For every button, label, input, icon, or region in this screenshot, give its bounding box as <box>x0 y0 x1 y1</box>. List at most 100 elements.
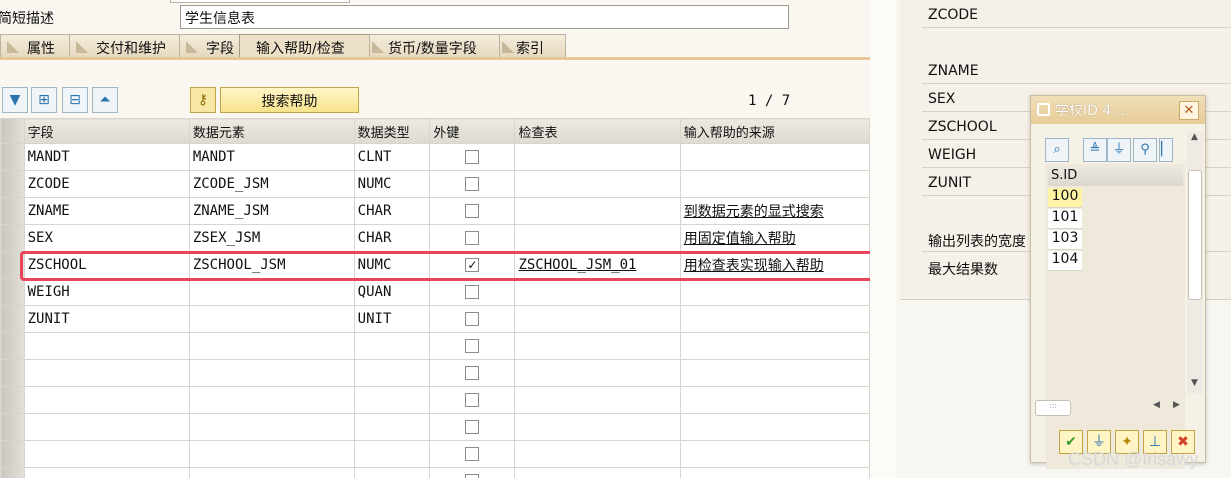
find-binoculars-icon[interactable]: ⚲ <box>1133 138 1157 162</box>
empty-cell <box>23 467 190 478</box>
search-help-popup[interactable]: 学校ID 4 ... ✕ ⌕ ≜ ⏚ ⚲ ▏ S.ID 100 101 103 … <box>1030 95 1206 469</box>
filter-down-icon[interactable]: ▼ <box>2 87 28 113</box>
foreign-key-checkbox[interactable] <box>465 285 480 299</box>
foreign-key-checkbox[interactable] <box>465 474 480 478</box>
foreign-key-checkbox[interactable] <box>465 420 480 434</box>
row-selector[interactable] <box>0 359 25 387</box>
input-help-source-cell <box>679 305 870 333</box>
table-row[interactable]: SEX ZSEX_JSM CHAR 用固定值输入帮助 <box>0 224 870 252</box>
insert-row-icon[interactable]: ⊞ <box>31 87 57 113</box>
watermark: CSDN @Irisawy <box>1068 449 1199 469</box>
foreign-key-checkbox[interactable] <box>465 312 480 326</box>
empty-cell <box>188 467 355 478</box>
tab-input-help[interactable]: 输入帮助/检查 <box>239 34 371 57</box>
check-table-cell <box>514 143 681 171</box>
sort-ascending-icon[interactable]: ≜ <box>1083 138 1107 162</box>
field-cell: ZUNIT <box>23 305 190 333</box>
input-help-source-cell-text[interactable]: 用固定值输入帮助 <box>684 231 796 247</box>
scroll-thumb[interactable] <box>1188 170 1202 300</box>
foreign-key-icon[interactable]: ⚷ <box>190 87 216 113</box>
list-item[interactable]: 104 <box>1048 251 1082 271</box>
row-selector[interactable] <box>0 143 25 171</box>
row-selector[interactable] <box>0 305 25 333</box>
empty-table-row[interactable] <box>0 467 870 478</box>
data-element-cell-text: ZNAME_JSM <box>192 203 269 219</box>
input-help-source-cell-text[interactable]: 到数据元素的显式搜索 <box>684 204 824 220</box>
tab-label: 字段 <box>206 41 234 57</box>
window-icon <box>1037 103 1050 116</box>
empty-table-row[interactable] <box>0 440 870 468</box>
foreign-key-checkbox[interactable] <box>465 393 480 407</box>
empty-table-row[interactable] <box>0 332 870 360</box>
select-all-cell[interactable] <box>0 118 25 144</box>
row-selector[interactable] <box>0 170 25 198</box>
scroll-down-icon[interactable]: ▼ <box>1191 378 1198 388</box>
row-selector[interactable] <box>0 224 25 252</box>
empty-table-row[interactable] <box>0 413 870 441</box>
short-description-input[interactable]: 学生信息表 <box>180 5 789 29</box>
list-item[interactable]: 103 <box>1048 230 1082 250</box>
search-icon[interactable]: ⌕ <box>1045 138 1069 162</box>
tab-label: 货币/数量字段 <box>388 41 477 57</box>
scroll-left-icon[interactable]: ◀ <box>1153 400 1160 410</box>
foreign-key-checkbox[interactable] <box>465 231 480 245</box>
list-item[interactable]: 101 <box>1048 209 1082 229</box>
row-selector[interactable] <box>0 386 25 414</box>
more-icon[interactable]: ▏ <box>1159 138 1173 162</box>
vertical-scrollbar[interactable]: ▲ ▼ <box>1187 132 1203 394</box>
tab-triangle-icon <box>76 41 88 53</box>
table-row[interactable]: ZNAME ZNAME_JSM CHAR 到数据元素的显式搜索 <box>0 197 870 225</box>
empty-cell <box>514 467 681 478</box>
tab-currency[interactable]: 货币/数量字段 <box>369 34 501 57</box>
foreign-key-checkbox[interactable] <box>465 204 480 218</box>
empty-cell <box>679 332 870 360</box>
input-help-source-cell <box>679 278 870 306</box>
row-selector[interactable] <box>0 278 25 306</box>
delete-row-icon[interactable]: ⊟ <box>62 87 88 113</box>
tab-fields[interactable]: 字段 <box>179 34 241 57</box>
row-selector[interactable] <box>0 467 25 478</box>
table-row[interactable]: ZCODE ZCODE_JSM NUMC <box>0 170 870 198</box>
check-table-cell <box>514 224 681 252</box>
empty-cell <box>353 467 431 478</box>
foreign-key-checkbox[interactable] <box>465 447 480 461</box>
close-icon[interactable]: ✕ <box>1179 101 1199 120</box>
scroll-right-icon[interactable]: ▶ <box>1173 400 1180 410</box>
foreign-key-checkbox[interactable] <box>465 366 480 380</box>
table-row[interactable]: ZUNIT UNIT <box>0 305 870 333</box>
table-row[interactable]: MANDT MANDT CLNT <box>0 143 870 171</box>
check-table-cell-text[interactable]: ZSCHOOL_JSM_01 <box>518 257 636 273</box>
empty-table-row[interactable] <box>0 359 870 387</box>
field-cell-text: ZUNIT <box>27 311 70 327</box>
tab-indexes[interactable]: 索引 <box>499 34 566 57</box>
foreign-key-checkbox[interactable] <box>465 339 480 353</box>
filter-icon[interactable]: ⏚ <box>1107 138 1131 162</box>
collapse-icon[interactable]: ⏶ <box>92 87 118 113</box>
table-row[interactable]: ZSCHOOL ZSCHOOL_JSM NUMC ✓ ZSCHOOL_JSM_01 用检查… <box>0 251 870 279</box>
scroll-thumb[interactable]: ::: <box>1035 400 1071 416</box>
data-type-cell-text: CHAR <box>357 230 392 246</box>
search-help-button[interactable]: 搜索帮助 <box>220 87 359 113</box>
popup-title: 学校ID 4 ... <box>1055 103 1130 119</box>
input-help-source-cell-text[interactable]: 用检查表实现输入帮助 <box>684 258 824 274</box>
scroll-up-icon[interactable]: ▲ <box>1191 132 1198 142</box>
foreign-key-checkbox[interactable] <box>465 177 480 191</box>
field-label-zcode: ZCODE <box>928 7 979 23</box>
table-row[interactable]: WEIGH QUAN <box>0 278 870 306</box>
empty-table-row[interactable] <box>0 386 870 414</box>
horizontal-scrollbar[interactable]: ::: ◀ ▶ <box>1035 400 1187 416</box>
tab-delivery[interactable]: 交付和维护 <box>69 34 181 57</box>
list-item[interactable]: 100 <box>1048 188 1082 208</box>
tab-attributes[interactable]: 属性 <box>0 34 71 57</box>
field-cell-text: MANDT <box>27 149 70 165</box>
tab-label: 交付和维护 <box>96 41 166 57</box>
row-selector[interactable] <box>0 197 25 225</box>
foreign-key-checkbox[interactable]: ✓ <box>465 258 480 272</box>
empty-cell <box>679 359 870 387</box>
row-selector[interactable] <box>0 440 25 468</box>
foreign-key-checkbox[interactable] <box>465 150 480 164</box>
row-selector[interactable] <box>0 332 25 360</box>
row-selector[interactable] <box>0 251 25 279</box>
row-selector[interactable] <box>0 413 25 441</box>
field-cell-text: WEIGH <box>27 284 70 300</box>
